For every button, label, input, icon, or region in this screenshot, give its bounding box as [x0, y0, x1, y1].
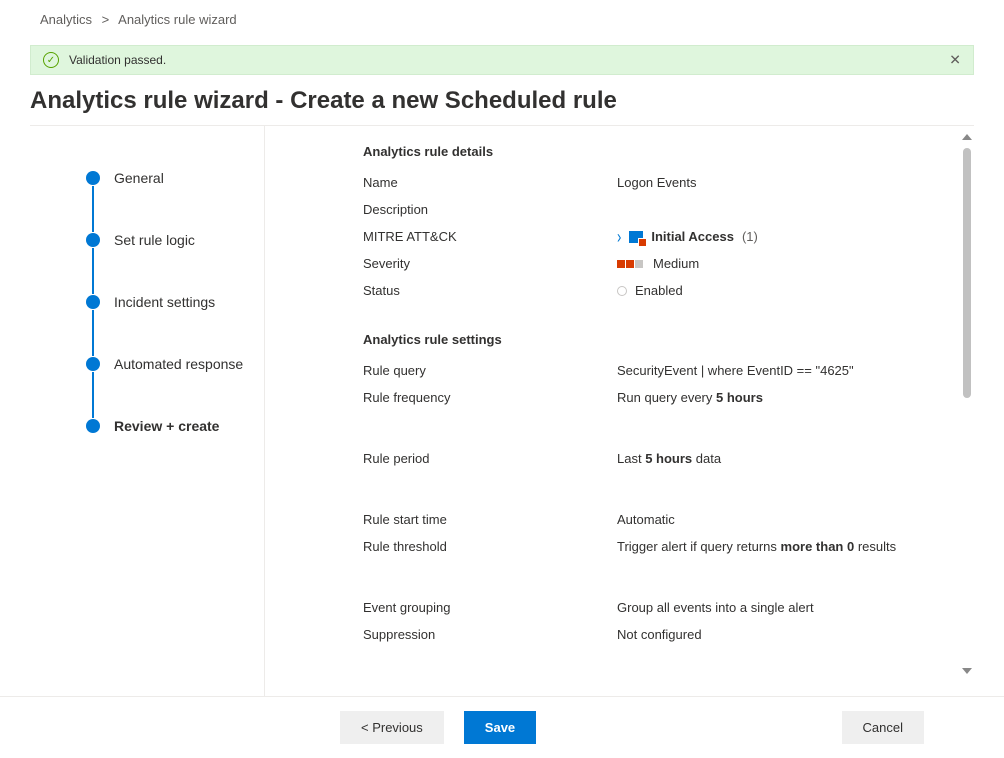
name-value: Logon Events: [617, 175, 950, 190]
rule-period-label: Rule period: [363, 451, 617, 466]
row-rule-query: Rule query SecurityEvent | where EventID…: [363, 357, 950, 384]
cancel-button[interactable]: Cancel: [842, 711, 924, 744]
rule-threshold-prefix: Trigger alert if query returns: [617, 539, 781, 554]
row-rule-threshold: Rule threshold Trigger alert if query re…: [363, 533, 950, 594]
row-name: Name Logon Events: [363, 169, 950, 196]
name-label: Name: [363, 175, 617, 190]
status-dot-icon: [617, 286, 627, 296]
rule-query-value: SecurityEvent | where EventID == "4625": [617, 363, 950, 378]
scrollbar[interactable]: [962, 134, 972, 674]
step-dot-icon: [86, 233, 100, 247]
scroll-up-icon[interactable]: [962, 134, 972, 140]
review-details: Analytics rule details Name Logon Events…: [265, 126, 974, 696]
status-label: Status: [363, 283, 617, 298]
step-dot-icon: [86, 357, 100, 371]
scroll-down-icon[interactable]: [962, 668, 972, 674]
step-label: Review + create: [114, 418, 219, 434]
event-grouping-value: Group all events into a single alert: [617, 600, 950, 615]
scroll-thumb[interactable]: [963, 148, 971, 398]
wizard-footer: < Previous Save Cancel: [0, 696, 1004, 758]
validation-message: Validation passed.: [69, 53, 166, 67]
row-mitre: MITRE ATT&CK › Initial Access (1): [363, 223, 950, 250]
mitre-tactic-count: (1): [742, 229, 758, 244]
rule-frequency-prefix: Run query every: [617, 390, 716, 405]
severity-bars-icon: [617, 260, 643, 268]
validation-banner: ✓ Validation passed. ✕: [30, 45, 974, 75]
status-value: Enabled: [617, 283, 950, 298]
row-severity: Severity Medium: [363, 250, 950, 277]
severity-label: Severity: [363, 256, 617, 271]
step-label: General: [114, 170, 164, 186]
rule-frequency-label: Rule frequency: [363, 390, 617, 405]
step-connector: [92, 372, 94, 418]
rule-start-value: Automatic: [617, 512, 950, 527]
step-review-create[interactable]: Review + create: [86, 418, 264, 434]
step-connector: [92, 186, 94, 232]
save-button[interactable]: Save: [464, 711, 536, 744]
breadcrumb: Analytics > Analytics rule wizard: [0, 0, 1004, 31]
check-circle-icon: ✓: [43, 52, 59, 68]
step-dot-icon: [86, 171, 100, 185]
rule-period-prefix: Last: [617, 451, 645, 466]
rule-frequency-bold: 5 hours: [716, 390, 763, 405]
row-event-grouping: Event grouping Group all events into a s…: [363, 594, 950, 621]
severity-value: Medium: [617, 256, 950, 271]
breadcrumb-current: Analytics rule wizard: [118, 12, 237, 27]
description-label: Description: [363, 202, 617, 217]
step-automated-response[interactable]: Automated response: [86, 356, 264, 372]
mitre-label: MITRE ATT&CK: [363, 229, 617, 244]
step-general[interactable]: General: [86, 170, 264, 186]
mitre-tactic-icon: [629, 231, 643, 243]
rule-start-label: Rule start time: [363, 512, 617, 527]
rule-threshold-suffix: results: [854, 539, 896, 554]
section-rule-settings: Analytics rule settings: [363, 332, 950, 347]
status-text: Enabled: [635, 283, 683, 298]
section-rule-details: Analytics rule details: [363, 144, 950, 159]
step-dot-icon: [86, 295, 100, 309]
row-rule-start: Rule start time Automatic: [363, 506, 950, 533]
page-title: Analytics rule wizard - Create a new Sch…: [30, 87, 974, 115]
step-connector: [92, 310, 94, 356]
previous-button[interactable]: < Previous: [340, 711, 444, 744]
rule-frequency-value: Run query every 5 hours: [617, 390, 950, 405]
rule-threshold-value: Trigger alert if query returns more than…: [617, 539, 950, 554]
rule-period-bold: 5 hours: [645, 451, 692, 466]
breadcrumb-root[interactable]: Analytics: [40, 12, 92, 27]
event-grouping-label: Event grouping: [363, 600, 617, 615]
suppression-label: Suppression: [363, 627, 617, 642]
row-status: Status Enabled: [363, 277, 950, 304]
step-connector: [92, 248, 94, 294]
step-set-rule-logic[interactable]: Set rule logic: [86, 232, 264, 248]
rule-threshold-bold: more than 0: [781, 539, 855, 554]
step-incident-settings[interactable]: Incident settings: [86, 294, 264, 310]
severity-text: Medium: [653, 256, 699, 271]
breadcrumb-separator: >: [102, 12, 110, 27]
row-description: Description: [363, 196, 950, 223]
mitre-tactic-name: Initial Access: [651, 229, 734, 244]
wizard-steps: General Set rule logic Incident settings…: [30, 126, 265, 696]
step-label: Incident settings: [114, 294, 215, 310]
rule-query-label: Rule query: [363, 363, 617, 378]
rule-threshold-label: Rule threshold: [363, 539, 617, 554]
mitre-value[interactable]: › Initial Access (1): [617, 229, 950, 244]
rule-period-value: Last 5 hours data: [617, 451, 950, 466]
step-dot-icon: [86, 419, 100, 433]
row-rule-frequency: Rule frequency Run query every 5 hours: [363, 384, 950, 445]
step-label: Set rule logic: [114, 232, 195, 248]
close-icon[interactable]: ✕: [949, 52, 961, 69]
row-suppression: Suppression Not configured: [363, 621, 950, 648]
step-label: Automated response: [114, 356, 243, 372]
chevron-right-icon: ›: [617, 226, 621, 247]
row-rule-period: Rule period Last 5 hours data: [363, 445, 950, 506]
suppression-value: Not configured: [617, 627, 950, 642]
rule-period-suffix: data: [692, 451, 721, 466]
